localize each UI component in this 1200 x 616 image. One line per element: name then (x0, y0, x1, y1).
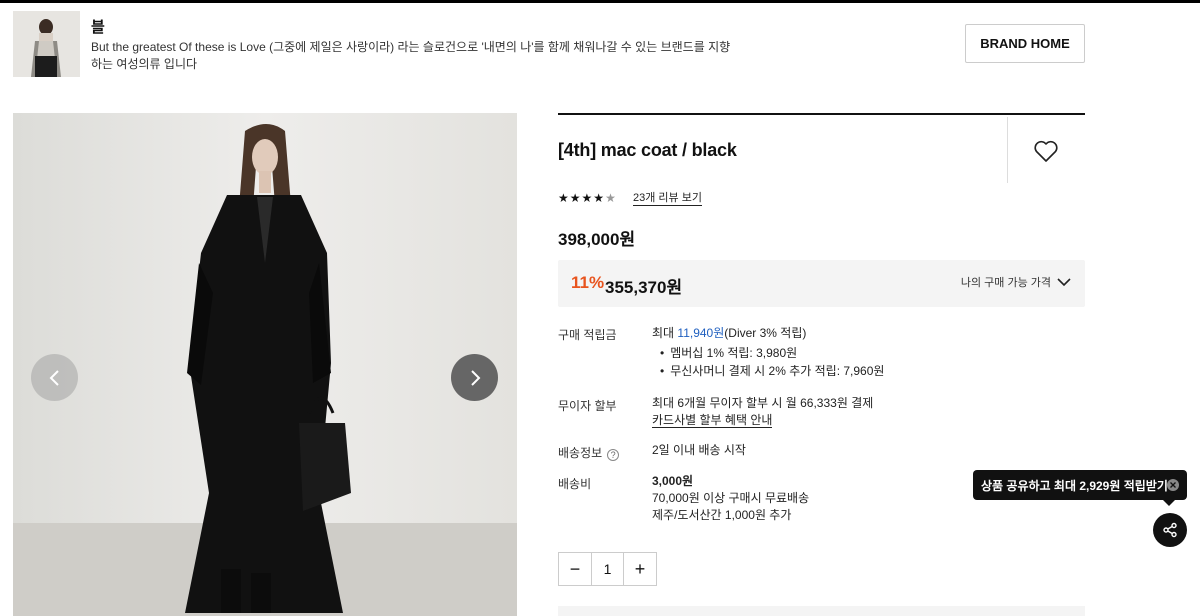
heart-icon (1034, 140, 1058, 162)
wishlist-button[interactable] (1033, 139, 1059, 163)
original-price: 398,000원 (558, 230, 636, 249)
top-border (0, 0, 1200, 3)
shipping-info-label-row: 배송정보? (558, 444, 620, 461)
points-prefix: 최대 (652, 326, 678, 340)
share-tooltip: 상품 공유하고 최대 2,929원 적립받기 (973, 470, 1187, 500)
gallery-prev-button[interactable] (31, 354, 78, 401)
installment-link-row: 카드사별 할부 혜택 안내 (652, 412, 773, 429)
quantity-minus-button[interactable]: − (559, 553, 591, 585)
star-icon: ★ (593, 191, 605, 205)
star-half-icon: ★ (605, 191, 616, 205)
sale-price: 355,370원 (605, 278, 683, 297)
points-bullet-1: 멤버십 1% 적립: 3,980원 (652, 345, 797, 362)
points-bullet-2: 무신사머니 결제 시 2% 추가 적립: 7,960원 (652, 363, 884, 380)
review-link[interactable]: 23개 리뷰 보기 (633, 192, 702, 206)
brand-description: But the greatest Of these is Love (그중에 제… (91, 40, 731, 71)
quantity-plus-button[interactable]: + (624, 553, 656, 585)
option-box-top (558, 606, 1085, 616)
brand-home-button[interactable]: BRAND HOME (965, 24, 1085, 63)
chevron-right-icon (470, 369, 480, 386)
share-tooltip-text: 상품 공유하고 최대 2,929원 적립받기 (981, 478, 1168, 493)
title-divider (1007, 117, 1008, 183)
tooltip-tail (1163, 500, 1175, 506)
share-button[interactable] (1153, 513, 1187, 547)
shipping-fee-label: 배송비 (558, 477, 592, 491)
star-icon: ★ (581, 191, 593, 205)
installment-label: 무이자 할부 (558, 399, 617, 413)
shipping-info-text: 2일 이내 배송 시작 (652, 443, 746, 457)
info-divider (558, 113, 1085, 115)
close-icon[interactable] (1167, 479, 1179, 491)
points-label: 구매 적립금 (558, 328, 617, 342)
sale-price-box: 11% 355,370원 나의 구매 가능 가격 (558, 260, 1085, 307)
discount-percent: 11% (571, 273, 605, 292)
shipping-fee: 3,000원 (652, 474, 694, 488)
points-value: 최대 11,940원(Diver 3% 적립) (652, 325, 806, 342)
shipping-info-label: 배송정보 (558, 446, 603, 460)
installment-text: 최대 6개월 무이자 할부 시 월 66,333원 결제 (652, 396, 874, 410)
quantity-value[interactable]: 1 (591, 553, 624, 585)
product-image (13, 113, 517, 616)
product-title: [4th] mac coat / black (558, 140, 737, 160)
shipping-extra-fee: 제주/도서산간 1,000원 추가 (652, 508, 792, 522)
points-amount: 11,940원 (677, 326, 725, 340)
brand-thumbnail[interactable] (13, 11, 80, 77)
installment-link[interactable]: 카드사별 할부 혜택 안내 (652, 413, 773, 428)
my-price-label: 나의 구매 가능 가격 (960, 277, 1051, 289)
quantity-stepper: − 1 + (558, 552, 657, 586)
gallery-next-button[interactable] (451, 354, 498, 401)
rating-stars: ★ ★ ★ ★ ★ (558, 191, 617, 205)
star-icon: ★ (569, 191, 581, 205)
chevron-left-icon (49, 369, 59, 386)
points-suffix: (Diver 3% 적립) (724, 326, 807, 340)
star-icon: ★ (558, 191, 569, 205)
share-icon (1163, 522, 1177, 538)
brand-name[interactable]: 블 (91, 16, 105, 37)
chevron-down-icon (1057, 277, 1071, 286)
my-price-toggle[interactable]: 나의 구매 가능 가격 (961, 274, 1071, 290)
shipping-free-condition: 70,000원 이상 구매시 무료배송 (652, 491, 810, 505)
question-icon[interactable]: ? (607, 449, 620, 461)
